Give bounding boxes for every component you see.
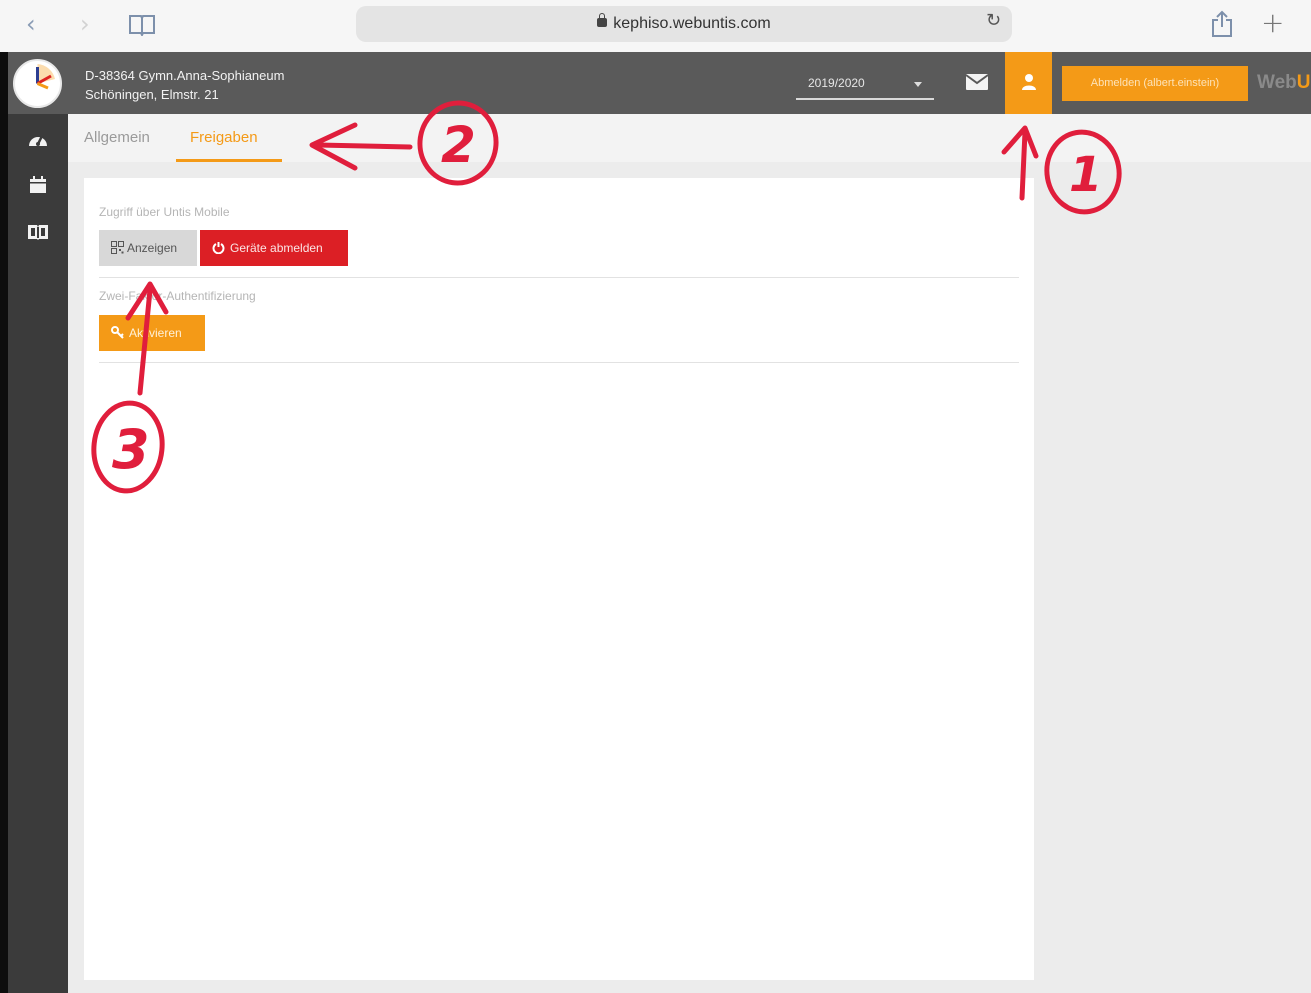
dashboard-icon[interactable] — [27, 130, 49, 153]
back-icon[interactable]: ‹ — [26, 10, 36, 38]
browser-toolbar: ‹ › kephiso.webuntis.com ↻ + — [0, 0, 1311, 52]
key-icon — [111, 326, 124, 339]
mobile-access-label: Zugriff über Untis Mobile — [99, 205, 230, 219]
power-icon — [212, 242, 225, 255]
chevron-down-icon — [914, 82, 922, 87]
brand-logo: WebU — [1257, 72, 1311, 93]
book-icon[interactable] — [27, 223, 49, 246]
school-year-value: 2019/2020 — [808, 76, 865, 90]
clock-logo[interactable] — [13, 59, 62, 108]
school-year-select[interactable]: 2019/2020 — [796, 68, 934, 100]
two-factor-label: Zwei-Faktor-Authentifizierung — [99, 289, 256, 303]
share-icon[interactable] — [1210, 10, 1234, 43]
profile-button[interactable] — [1005, 52, 1052, 114]
tab-freigaben[interactable]: Freigaben — [190, 129, 258, 146]
active-tab-indicator — [176, 159, 282, 162]
show-qr-button[interactable]: Anzeigen — [99, 230, 197, 266]
sidebar — [8, 114, 68, 993]
mail-icon[interactable] — [965, 73, 989, 96]
forward-icon[interactable]: › — [80, 10, 90, 38]
logout-devices-button[interactable]: Geräte abmelden — [200, 230, 348, 266]
qr-code-icon — [111, 241, 124, 254]
calendar-icon[interactable] — [29, 176, 47, 199]
logout-devices-label: Geräte abmelden — [230, 241, 323, 255]
lock-icon — [597, 13, 608, 27]
url-text: kephiso.webuntis.com — [613, 15, 771, 32]
section-divider — [99, 362, 1019, 363]
school-name-line1: D-38364 Gymn.Anna-Sophianeum — [85, 68, 285, 83]
activate-2fa-button[interactable]: Aktivieren — [99, 315, 205, 351]
user-icon — [1022, 74, 1036, 90]
bookmarks-icon[interactable] — [128, 12, 156, 42]
new-tab-icon[interactable]: + — [1261, 6, 1284, 39]
reload-icon[interactable]: ↻ — [986, 10, 1001, 31]
tab-bar: Allgemein Freigaben — [68, 114, 1311, 162]
device-bezel — [0, 52, 8, 993]
school-name-line2: Schöningen, Elmstr. 21 — [85, 87, 219, 102]
logout-button[interactable]: Abmelden (albert.einstein) — [1062, 66, 1248, 101]
settings-card: Zugriff über Untis Mobile Anzeigen Gerät… — [84, 178, 1034, 980]
show-button-label: Anzeigen — [127, 241, 178, 255]
section-divider — [99, 277, 1019, 278]
app-header: D-38364 Gymn.Anna-Sophianeum Schöningen,… — [8, 52, 1311, 114]
tab-allgemein[interactable]: Allgemein — [84, 129, 150, 146]
activate-button-label: Aktivieren — [129, 326, 182, 340]
address-bar[interactable]: kephiso.webuntis.com — [356, 6, 1012, 42]
school-name: D-38364 Gymn.Anna-Sophianeum Schöningen,… — [85, 66, 284, 104]
